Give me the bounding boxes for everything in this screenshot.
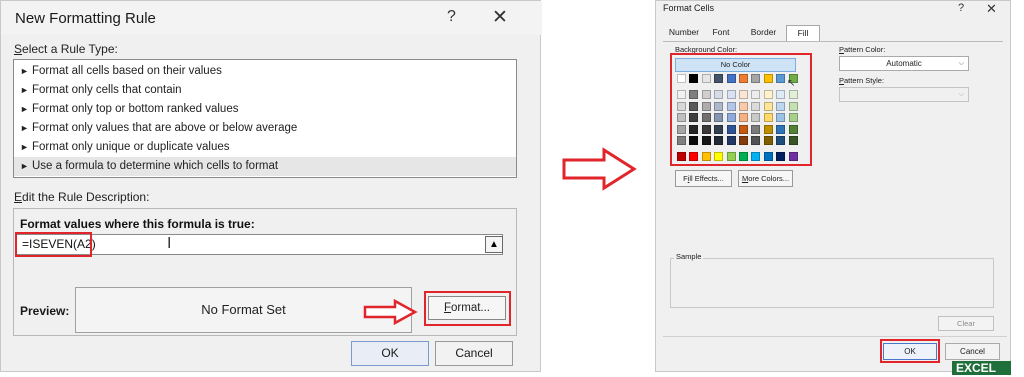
bullet-arrow-icon: ► <box>20 85 29 95</box>
rule-type-item[interactable]: ► Format only values that are above or be… <box>14 119 516 138</box>
pattern-color-select[interactable]: Automatic ⌵ <box>839 56 969 71</box>
sample-preview-box <box>670 258 994 308</box>
mouse-pointer-icon: ↖ <box>787 78 796 89</box>
text-cursor-icon: I <box>167 235 172 252</box>
help-icon[interactable]: ? <box>447 8 456 26</box>
bullet-arrow-icon: ► <box>20 104 29 114</box>
up-arrow-icon: ▲ <box>489 239 499 250</box>
tab-number[interactable]: Number <box>664 25 704 42</box>
edit-rule-description-label: Edit the Rule Description: <box>14 190 150 204</box>
clear-button[interactable]: Clear <box>938 316 994 331</box>
chevron-down-icon: ⌵ <box>958 60 964 67</box>
rule-type-item[interactable]: ► Format only unique or duplicate values <box>14 138 516 157</box>
bullet-arrow-icon: ► <box>20 161 29 171</box>
help-icon[interactable]: ? <box>958 2 964 14</box>
pattern-style-label: Pattern Style: <box>839 76 885 85</box>
rule-type-item[interactable]: ► Format only cells that contain <box>14 81 516 100</box>
bullet-arrow-icon: ► <box>20 142 29 152</box>
tab-border[interactable]: Border <box>746 25 781 42</box>
close-icon[interactable]: ✕ <box>986 1 997 17</box>
bullet-arrow-icon: ► <box>20 66 29 76</box>
excel-logo: EXCEL <box>952 361 1011 375</box>
arrow-shape <box>562 147 637 191</box>
arrow-shape <box>363 298 418 326</box>
cancel-button[interactable]: Cancel <box>435 341 513 366</box>
preview-text: No Format Set <box>201 302 286 317</box>
tab-font[interactable]: Font <box>707 25 735 42</box>
bullet-arrow-icon: ► <box>20 123 29 133</box>
close-icon[interactable]: ✕ <box>492 6 508 29</box>
dialog-title: New Formatting Rule <box>15 10 156 27</box>
rule-type-item[interactable]: ► Format all cells based on their values <box>14 62 516 81</box>
collapse-dialog-button[interactable]: ▲ <box>485 236 503 253</box>
rule-type-list[interactable]: ► Format all cells based on their values … <box>13 59 517 178</box>
tab-fill[interactable]: Fill <box>786 25 820 42</box>
preview-label: Preview: <box>20 304 70 318</box>
sample-label: Sample <box>674 252 704 261</box>
formula-highlight-box <box>15 232 92 257</box>
right-arrow-icon <box>363 298 418 326</box>
select-rule-type-label: Select a Rule Type: <box>14 42 118 56</box>
more-colors-button[interactable]: More Colors... <box>738 170 793 187</box>
palette-highlight-box <box>670 53 812 166</box>
pattern-color-label: Pattern Color: <box>839 45 886 54</box>
footer-divider <box>663 336 1007 337</box>
ok-button[interactable]: OK <box>351 341 429 366</box>
pattern-style-select[interactable]: ⌵ <box>839 87 969 102</box>
ok-highlight-box <box>880 339 940 363</box>
format-highlight-box <box>424 291 511 326</box>
rule-type-item[interactable]: ► Format only top or bottom ranked values <box>14 100 516 119</box>
right-arrow-icon <box>562 147 637 191</box>
tab-divider <box>663 41 1003 42</box>
cancel-button[interactable]: Cancel <box>945 343 1000 360</box>
dialog-title: Format Cells <box>663 3 715 13</box>
fill-effects-button[interactable]: Fill Effects... <box>675 170 732 187</box>
chevron-down-icon: ⌵ <box>958 91 964 98</box>
rule-type-item-selected[interactable]: ► Use a formula to determine which cells … <box>14 157 516 176</box>
formula-prompt: Format values where this formula is true… <box>20 217 255 231</box>
